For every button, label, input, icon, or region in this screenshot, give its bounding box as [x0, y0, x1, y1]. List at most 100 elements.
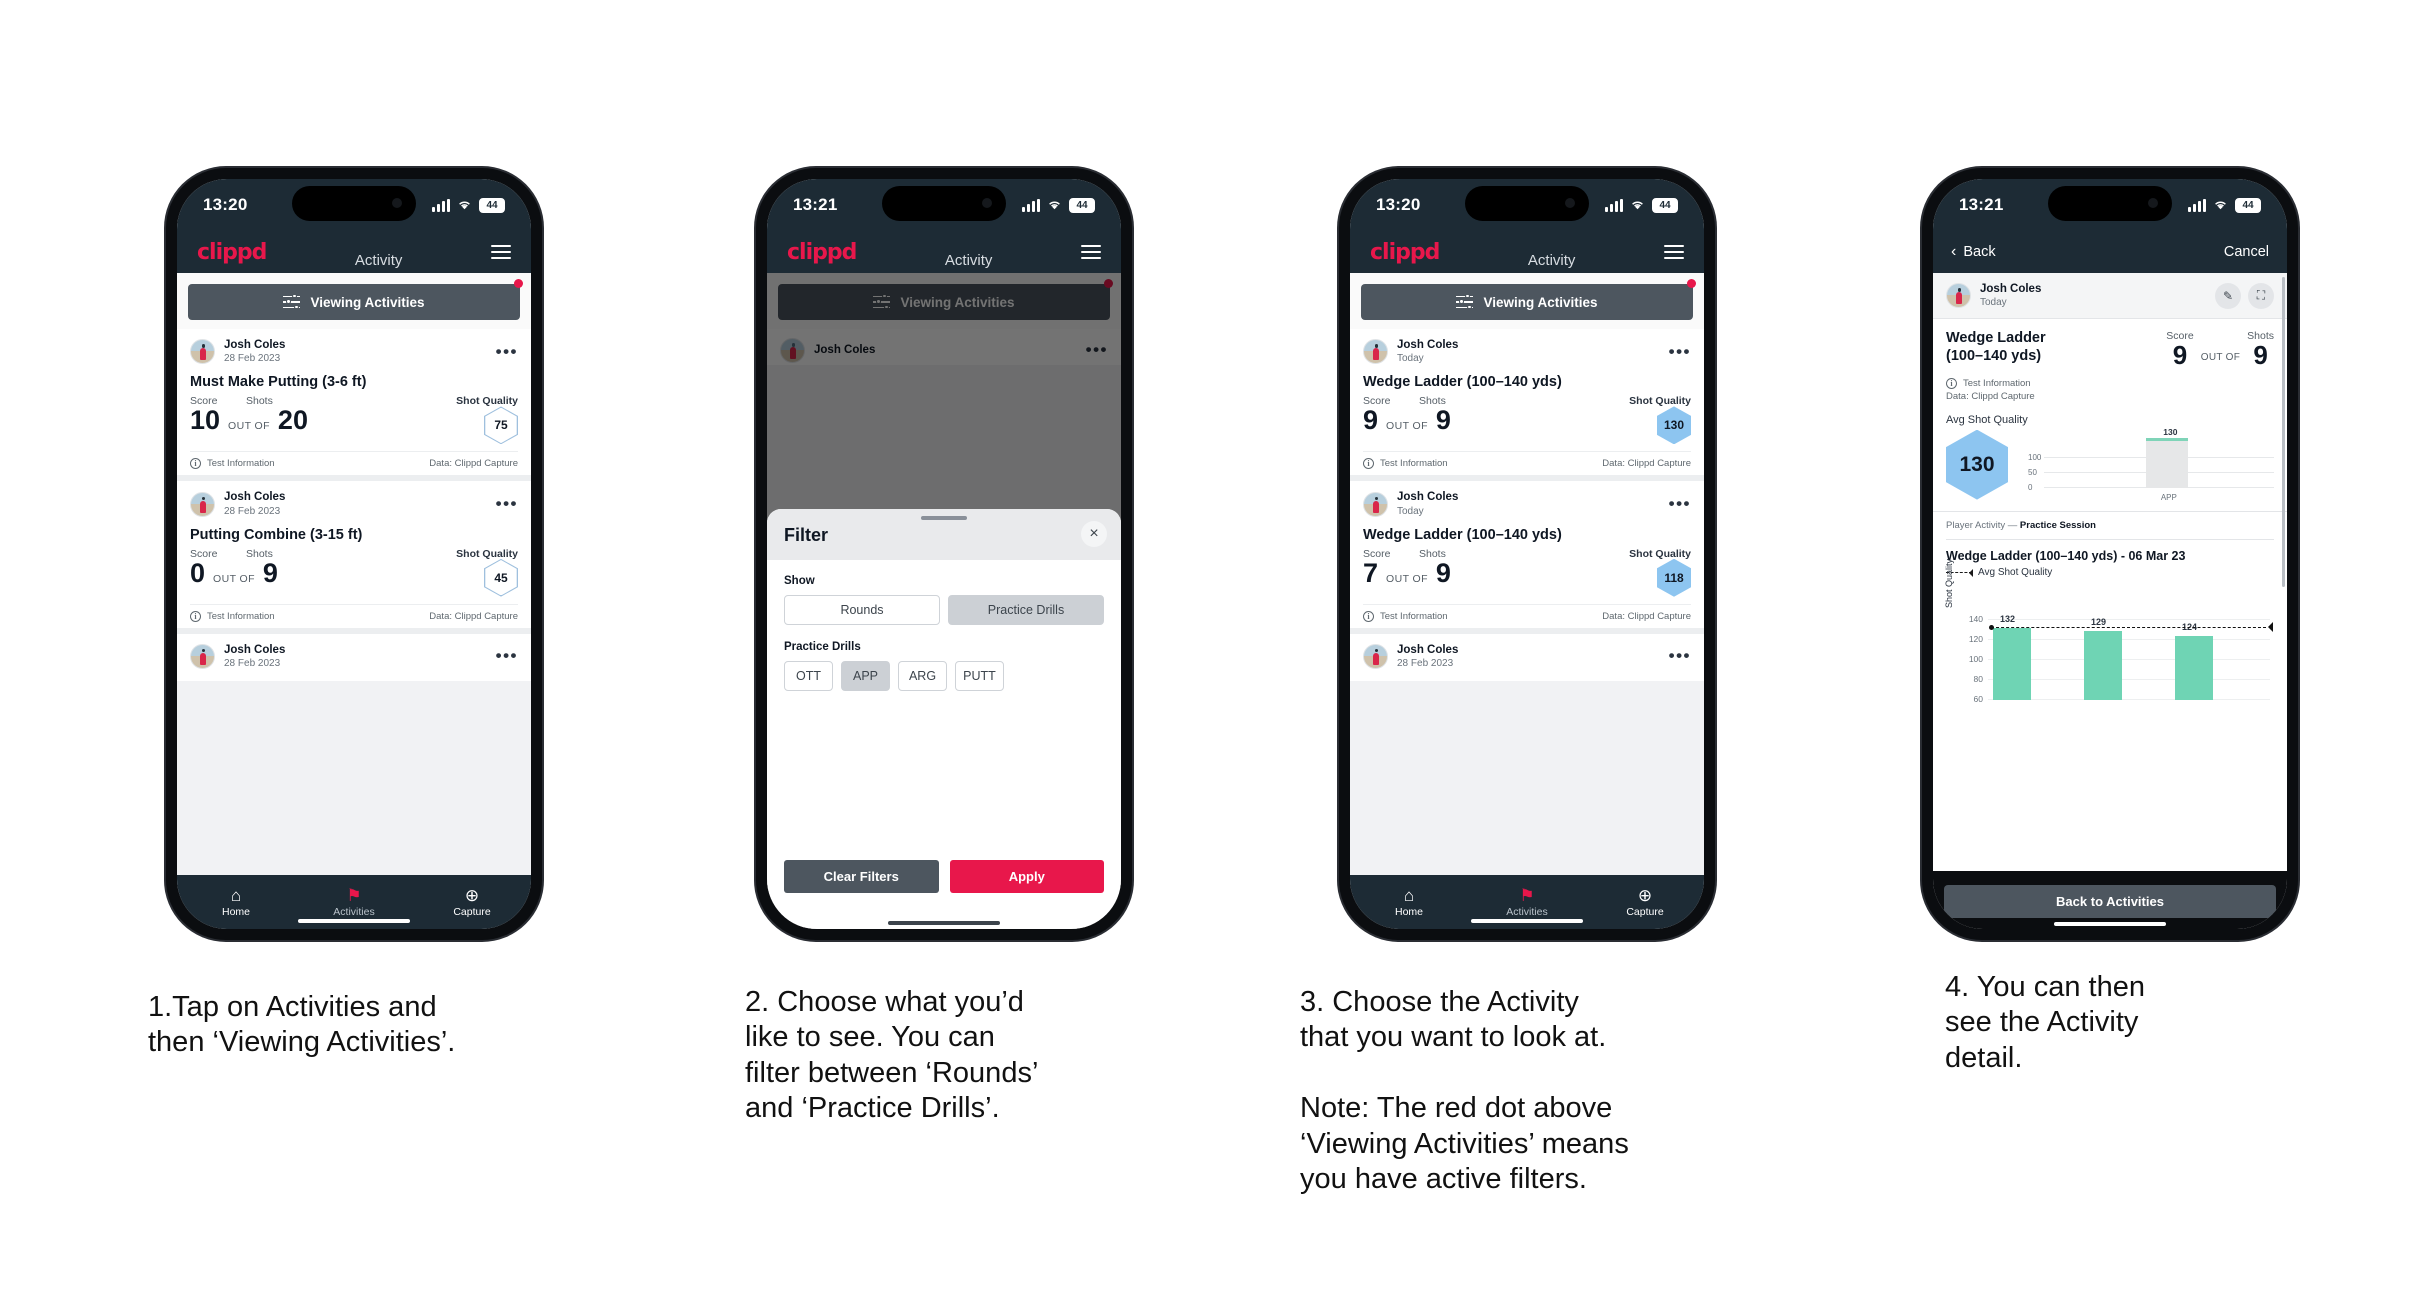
filter-option-arg[interactable]: ARG — [898, 661, 947, 691]
filter-option-ott[interactable]: OTT — [784, 661, 833, 691]
test-information-label[interactable]: Test Information — [1380, 611, 1448, 622]
activity-card[interactable]: Josh Coles 28 Feb 2023 ••• Must Make Put… — [177, 329, 531, 482]
activity-card-partial[interactable]: Josh Coles 28 Feb 2023 ••• — [177, 633, 531, 682]
tab-capture[interactable]: ⊕ Capture — [1610, 886, 1680, 918]
status-time: 13:21 — [793, 195, 838, 214]
phone-1-screen: 13:20 44 clippd Activity Viewing Activit… — [177, 179, 531, 929]
detail-scroll-area[interactable]: Josh Coles Today ✎ ⛶ Wedge Ladder (100–1… — [1933, 273, 2287, 871]
out-of-label: OUT OF — [1386, 420, 1428, 433]
hamburger-menu-icon[interactable] — [1664, 241, 1684, 263]
fullscreen-icon[interactable]: ⛶ — [2248, 282, 2274, 309]
card-overflow-menu-icon[interactable]: ••• — [1669, 647, 1691, 664]
activity-date: 28 Feb 2023 — [224, 658, 281, 670]
shot-quality-bar-chart: Shot Quality 60 80 100 120 140 132 129 1… — [1944, 559, 2274, 704]
pencil-icon[interactable]: ✎ — [2215, 282, 2241, 309]
detail-header-actions: ✎ ⛶ — [2215, 282, 2274, 309]
app-body: Viewing Activities Josh Coles ••• — [767, 273, 1121, 929]
card-overflow-menu-icon[interactable]: ••• — [496, 647, 518, 664]
out-of-label: OUT OF — [213, 572, 255, 585]
hamburger-menu-icon[interactable] — [491, 241, 511, 263]
card-overflow-menu-icon[interactable]: ••• — [1669, 342, 1691, 359]
status-bar: 13:20 44 — [177, 179, 531, 231]
activity-card[interactable]: Josh Coles Today ••• Wedge Ladder (100–1… — [1350, 481, 1704, 634]
hamburger-menu-icon[interactable] — [1081, 241, 1101, 263]
home-indicator — [888, 920, 1000, 925]
clear-filters-button[interactable]: Clear Filters — [784, 860, 939, 893]
avg-shot-quality-label: Avg Shot Quality — [1946, 413, 2028, 426]
tab-activities[interactable]: ⚑ Activities — [319, 886, 389, 918]
test-information-label[interactable]: Test Information — [1380, 458, 1448, 469]
chart-ytick-100: 100 — [1968, 653, 1983, 664]
home-icon: ⌂ — [1403, 886, 1415, 905]
detail-test-info[interactable]: i Test Information — [1946, 377, 2274, 389]
score-value: 9 — [1363, 405, 1379, 436]
card-overflow-menu-icon[interactable]: ••• — [496, 495, 518, 512]
score-value: 10 — [190, 405, 221, 436]
avg-shot-quality-row: 130 0 50 100 130 APP — [1946, 426, 2274, 502]
shots-value: 9 — [1435, 557, 1451, 588]
scrollbar[interactable] — [2282, 277, 2285, 587]
tab-home[interactable]: ⌂ Home — [201, 886, 271, 918]
caption-step-3: 3. Choose the Activity that you want to … — [1300, 986, 1629, 1195]
tab-activities[interactable]: ⚑ Activities — [1492, 886, 1562, 918]
back-to-activities-button[interactable]: Back to Activities — [1944, 885, 2276, 918]
card-header: Josh Coles 28 Feb 2023 ••• — [190, 643, 518, 672]
viewing-activities-button[interactable]: Viewing Activities — [1361, 284, 1693, 320]
close-icon[interactable]: × — [1081, 521, 1107, 547]
filter-option-rounds[interactable]: Rounds — [784, 595, 940, 625]
card-header: Josh Coles Today ••• — [1363, 338, 1691, 367]
activity-card[interactable]: Josh Coles 28 Feb 2023 ••• Putting Combi… — [177, 481, 531, 634]
chevron-left-icon[interactable]: ‹ — [1951, 243, 1956, 261]
test-information-label[interactable]: Test Information — [207, 611, 275, 622]
apply-button[interactable]: Apply — [949, 860, 1104, 893]
viewing-activities-wrap: Viewing Activities — [1350, 273, 1704, 329]
tab-capture-label: Capture — [1626, 906, 1664, 918]
filter-option-app[interactable]: APP — [841, 661, 890, 691]
chart-ytick-80: 80 — [1973, 673, 1983, 684]
caption-step-4: 4. You can then see the Activity detail. — [1945, 971, 2145, 1074]
tab-capture[interactable]: ⊕ Capture — [437, 886, 507, 918]
viewing-activities-button[interactable]: Viewing Activities — [188, 284, 520, 320]
player-activity-section: Player Activity — Practice Session Wedge… — [1933, 510, 2287, 704]
user-name: Josh Coles — [1397, 339, 1459, 351]
phone-4: 13:21 44 ‹ Back Cancel Josh Coles Today … — [1922, 168, 2298, 940]
score-value: 0 — [190, 557, 206, 588]
mini-chart-value: 130 — [2163, 426, 2178, 437]
card-user-block: Josh Coles 28 Feb 2023 — [224, 338, 285, 365]
sheet-grabber[interactable] — [921, 516, 967, 520]
activity-card[interactable]: Josh Coles Today ••• Wedge Ladder (100–1… — [1350, 329, 1704, 482]
activity-date: Today — [1397, 505, 1424, 517]
hexagon-badge: 130 — [1657, 406, 1691, 445]
card-overflow-menu-icon[interactable]: ••• — [496, 342, 518, 359]
card-overflow-menu-icon[interactable]: ••• — [1669, 495, 1691, 512]
bottom-tab-bar: ⌂ Home ⚑ Activities ⊕ Capture — [1350, 875, 1704, 929]
chart-bar-value: 129 — [2091, 616, 2107, 627]
tab-home[interactable]: ⌂ Home — [1374, 886, 1444, 918]
shot-quality-badge: 75 — [484, 406, 518, 445]
filter-option-practice-drills[interactable]: Practice Drills — [948, 595, 1104, 625]
tab-capture-label: Capture — [453, 906, 491, 918]
card-footer: i Test Information Data: Clippd Capture — [190, 603, 518, 628]
app-navbar: clippd Activity — [1350, 231, 1704, 273]
bottom-tab-bar: ⌂ Home ⚑ Activities ⊕ Capture — [177, 875, 531, 929]
card-header: Josh Coles Today ••• — [1363, 490, 1691, 519]
activity-stats: Score Shots Shot Quality 9 OUT OF 9 130 — [1363, 394, 1691, 451]
section-header-bold: Practice Session — [2019, 519, 2096, 531]
user-name: Josh Coles — [1980, 283, 2042, 295]
shot-quality-badge: 118 — [1657, 558, 1691, 597]
app-navbar: clippd Activity — [767, 231, 1121, 273]
card-header: Josh Coles 28 Feb 2023 ••• — [1363, 643, 1691, 672]
mini-chart-ytick-100: 100 — [2028, 452, 2042, 462]
cellular-signal-icon — [2188, 198, 2206, 212]
activity-card-partial[interactable]: Josh Coles 28 Feb 2023 ••• — [1350, 633, 1704, 682]
avg-threshold-line — [1991, 626, 2266, 628]
info-icon: i — [190, 458, 201, 470]
detail-top-nav: ‹ Back Cancel — [1933, 231, 2287, 273]
dynamic-island — [882, 186, 1006, 221]
back-button[interactable]: Back — [1963, 244, 1995, 260]
test-information-label[interactable]: Test Information — [207, 458, 275, 469]
filter-option-putt[interactable]: PUTT — [955, 661, 1004, 691]
cancel-button[interactable]: Cancel — [2224, 244, 2269, 260]
info-icon: i — [1363, 458, 1374, 470]
avatar — [1363, 491, 1388, 517]
